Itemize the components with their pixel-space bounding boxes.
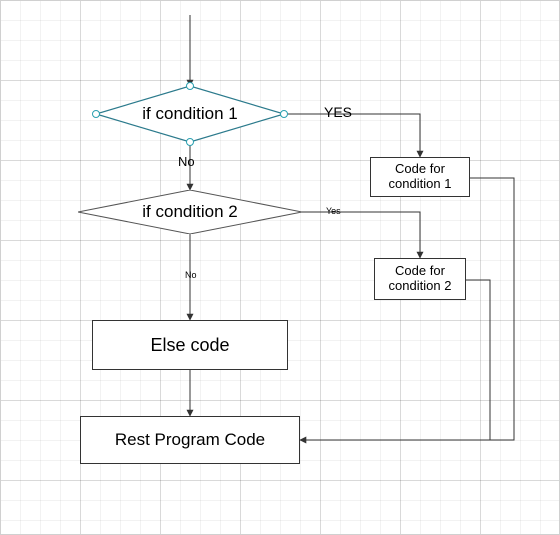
process-else-label: Else code (146, 333, 233, 358)
handle-icon (92, 110, 100, 118)
handle-icon (186, 82, 194, 90)
edge-label-yes-1: YES (324, 104, 352, 120)
decision-if-condition-2[interactable]: if condition 2 (78, 190, 302, 234)
process-rest-program-code[interactable]: Rest Program Code (80, 416, 300, 464)
edge-label-no-2: No (185, 270, 197, 280)
handle-icon (186, 138, 194, 146)
decision-if-condition-1[interactable]: if condition 1 (96, 86, 284, 142)
decision-1-label: if condition 1 (138, 102, 241, 126)
process-code-condition-2[interactable]: Code for condition 2 (374, 258, 466, 300)
process-code-condition-1[interactable]: Code for condition 1 (370, 157, 470, 197)
decision-2-label: if condition 2 (138, 200, 241, 224)
edge-label-no-1: No (178, 154, 195, 169)
edge-label-yes-2: Yes (326, 206, 341, 216)
process-else-code[interactable]: Else code (92, 320, 288, 370)
process-code-2-label: Code for condition 2 (385, 262, 456, 296)
process-rest-label: Rest Program Code (111, 428, 269, 452)
process-code-1-label: Code for condition 1 (385, 160, 456, 194)
handle-icon (280, 110, 288, 118)
